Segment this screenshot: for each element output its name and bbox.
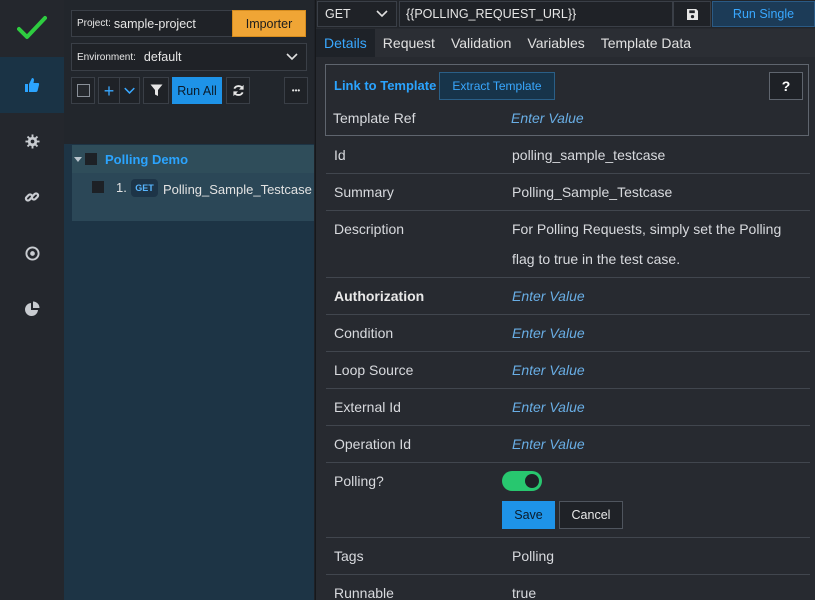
operation-id-label: Operation Id: [334, 436, 412, 452]
chevron-down-icon: [286, 53, 298, 61]
divider: [326, 173, 810, 174]
summary-value[interactable]: Polling_Sample_Testcase: [512, 184, 672, 200]
chevron-down-icon: [376, 10, 388, 18]
external-id-input[interactable]: Enter Value: [512, 399, 585, 415]
target-icon[interactable]: [0, 225, 64, 281]
divider: [326, 537, 810, 538]
divider: [326, 314, 810, 315]
environment-label: Environment:: [77, 51, 136, 63]
description-line-1[interactable]: For Polling Requests, simply set the Pol…: [512, 221, 781, 237]
summary-label: Summary: [334, 184, 394, 200]
detail-tabs: Details Request Validation Variables Tem…: [316, 29, 815, 57]
link-icon[interactable]: [0, 169, 64, 225]
add-dropdown: +: [98, 77, 140, 104]
operation-id-input[interactable]: Enter Value: [512, 436, 585, 452]
floppy-disk-icon: [686, 8, 698, 20]
tags-value[interactable]: Polling: [512, 548, 554, 564]
toggle-knob: [525, 474, 539, 488]
tab-request[interactable]: Request: [375, 29, 443, 57]
test-explorer: Project: sample-project Importer Environ…: [64, 0, 314, 600]
divider: [326, 277, 810, 278]
detail-panel: GET {{POLLING_REQUEST_URL}} Run Single D…: [315, 0, 815, 600]
method-badge: GET: [131, 179, 158, 197]
method-value: GET: [325, 7, 351, 21]
run-all-button[interactable]: Run All: [172, 77, 222, 104]
test-group-row[interactable]: Polling Demo: [72, 145, 314, 173]
description-line-2[interactable]: flag to true in the test case.: [512, 251, 680, 267]
importer-button[interactable]: Importer: [232, 10, 306, 37]
icon-rail: [0, 0, 64, 600]
external-id-label: External Id: [334, 399, 401, 415]
tab-details[interactable]: Details: [316, 29, 375, 57]
url-input[interactable]: {{POLLING_REQUEST_URL}}: [399, 1, 673, 27]
divider: [326, 210, 810, 211]
group-name: Polling Demo: [105, 151, 189, 167]
condition-label: Condition: [334, 325, 394, 341]
save-icon-button[interactable]: [673, 1, 711, 27]
link-to-template-link[interactable]: Link to Template: [334, 78, 436, 93]
id-label: Id: [334, 147, 346, 163]
more-options-button[interactable]: •••: [284, 77, 308, 104]
polling-label: Polling?: [334, 473, 384, 489]
help-button[interactable]: ?: [769, 72, 803, 100]
tags-label: Tags: [334, 548, 364, 564]
divider: [326, 351, 810, 352]
polling-toggle[interactable]: [502, 471, 542, 491]
add-button[interactable]: +: [99, 82, 119, 100]
divider: [326, 574, 810, 575]
template-section: Link to Template Extract Template ? Temp…: [325, 64, 809, 136]
authorization-label: Authorization: [334, 288, 425, 304]
authorization-input[interactable]: Enter Value: [512, 288, 585, 304]
id-value[interactable]: polling_sample_testcase: [512, 147, 665, 163]
expand-triangle-icon[interactable]: [74, 156, 82, 162]
add-chevron-icon[interactable]: [120, 87, 139, 95]
url-bar: GET {{POLLING_REQUEST_URL}} Run Single: [316, 0, 815, 28]
environment-value: default: [143, 50, 182, 64]
refresh-icon: [232, 84, 244, 97]
group-checkbox[interactable]: [85, 153, 97, 165]
refresh-button[interactable]: [226, 77, 250, 104]
divider: [326, 462, 810, 463]
divider: [326, 388, 810, 389]
testcase-name: Polling_Sample_Testcase: [163, 182, 312, 197]
filter-icon: [150, 84, 162, 96]
runnable-value[interactable]: true: [512, 585, 536, 600]
checkmark-logo-icon[interactable]: [0, 0, 64, 56]
environment-select[interactable]: Environment: default: [71, 43, 307, 71]
project-value: sample-project: [113, 16, 196, 31]
app-root: Project: sample-project Importer Environ…: [0, 0, 815, 600]
tab-variables[interactable]: Variables: [519, 29, 592, 57]
tab-template-data[interactable]: Template Data: [593, 29, 699, 57]
template-ref-input[interactable]: Enter Value: [511, 110, 584, 126]
select-all-checkbox-wrap: [71, 77, 95, 104]
method-select[interactable]: GET: [317, 1, 397, 27]
filter-button[interactable]: [143, 77, 169, 104]
pie-chart-icon[interactable]: [0, 281, 64, 337]
testcase-index: 1.: [116, 180, 127, 195]
description-label: Description: [334, 221, 405, 237]
thumbs-up-icon[interactable]: [0, 57, 64, 113]
condition-input[interactable]: Enter Value: [512, 325, 585, 341]
gear-icon[interactable]: [0, 113, 64, 169]
runnable-label: Runnable: [334, 585, 394, 600]
template-ref-label: Template Ref: [333, 110, 416, 126]
run-single-button[interactable]: Run Single: [712, 1, 815, 27]
project-label: Project:: [77, 18, 111, 29]
loop-source-input[interactable]: Enter Value: [512, 362, 585, 378]
explorer-toolbar: Project: sample-project Importer Environ…: [64, 0, 314, 144]
save-button[interactable]: Save: [502, 501, 555, 529]
tab-validation[interactable]: Validation: [443, 29, 519, 57]
divider: [326, 425, 810, 426]
testcase-checkbox[interactable]: [92, 181, 104, 193]
extract-template-button[interactable]: Extract Template: [439, 72, 555, 100]
loop-source-label: Loop Source: [334, 362, 414, 378]
testcase-row[interactable]: 1. GET Polling_Sample_Testcase: [72, 173, 314, 221]
select-all-checkbox[interactable]: [76, 84, 90, 97]
cancel-button[interactable]: Cancel: [559, 501, 623, 529]
